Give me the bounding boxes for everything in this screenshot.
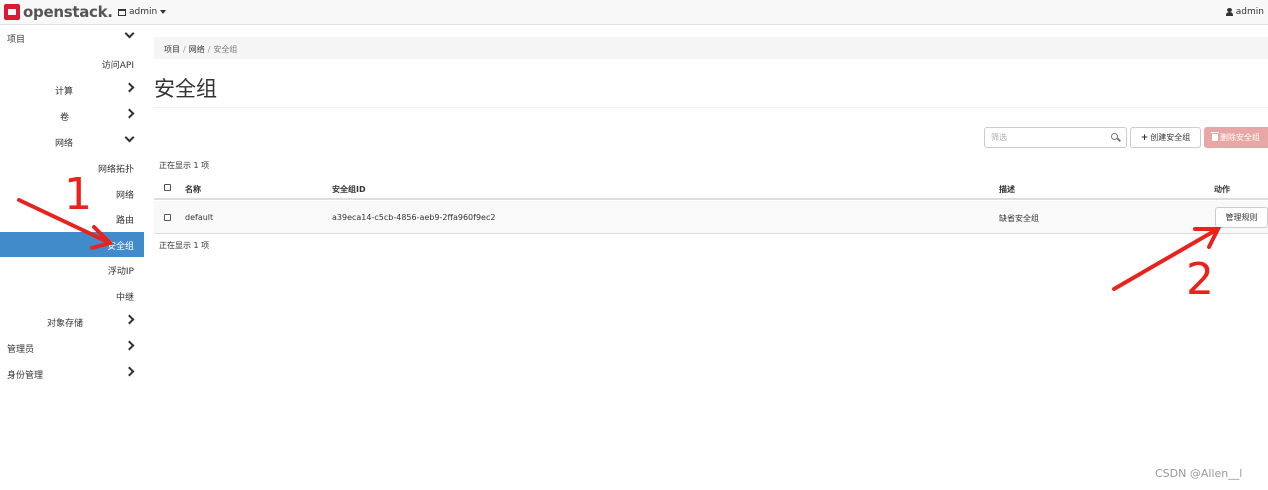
logo-text: openstack — [23, 3, 108, 21]
openstack-logo[interactable]: openstack. — [4, 3, 113, 21]
chevron-right-icon — [124, 340, 135, 351]
openstack-logo-icon — [4, 4, 20, 20]
row-description: 缺省安全组 — [999, 214, 1039, 223]
sidebar-item-identity[interactable]: 身份管理 — [0, 361, 144, 386]
sidebar-item-security-groups[interactable]: 安全组 — [0, 232, 144, 257]
chevron-right-icon — [124, 108, 135, 119]
chevron-down-icon — [124, 28, 135, 39]
chevron-right-icon — [124, 366, 135, 377]
breadcrumb-item-current: 安全组 — [213, 45, 238, 54]
caret-down-icon — [160, 10, 167, 14]
title-divider — [154, 107, 1268, 108]
sidebar-item-admin[interactable]: 管理员 — [0, 335, 144, 360]
sidebar-item-label: 路由 — [115, 216, 134, 226]
delete-button-label: 删除安全组 — [1220, 133, 1260, 142]
sidebar-item-trunks[interactable]: 中继 — [0, 283, 144, 308]
row-name: default — [185, 213, 214, 222]
watermark: CSDN @Allen__l — [1155, 467, 1243, 480]
page-title: 安全组 — [154, 77, 217, 101]
sidebar-item-object-store[interactable]: 对象存储 — [0, 309, 144, 334]
sidebar-item-label: 访问API — [101, 61, 134, 71]
sidebar-item-label: 计算 — [55, 87, 74, 97]
sidebar-item-label: 身份管理 — [7, 371, 44, 381]
top-navbar: openstack. admin admin — [0, 0, 1268, 25]
sidebar-item-label: 对象存储 — [47, 319, 84, 329]
logo-dot: . — [107, 3, 113, 21]
filter-box — [984, 127, 1127, 148]
trash-icon — [1211, 132, 1219, 141]
sidebar-item-compute[interactable]: 计算 — [0, 77, 144, 102]
sidebar-item-access-api[interactable]: 访问API — [0, 51, 144, 76]
annotation-label-2: 2 — [1186, 254, 1214, 305]
table-row: default a39eca14-c5cb-4856-aeb9-2ffa960f… — [154, 201, 1268, 234]
column-header-description[interactable]: 描述 — [999, 184, 1015, 195]
sidebar-item-floating-ips[interactable]: 浮动IP — [0, 257, 144, 282]
table-header: 名称 安全组ID 描述 动作 — [154, 178, 1268, 200]
breadcrumb-separator: / — [183, 45, 186, 54]
project-name: admin — [129, 7, 158, 17]
sidebar-item-label: 中继 — [115, 293, 134, 303]
sidebar-item-label: 项目 — [7, 35, 26, 45]
sidebar-item-label: 网络 — [55, 139, 74, 149]
item-count-top: 正在显示 1 项 — [159, 161, 210, 170]
filter-input[interactable] — [985, 128, 1100, 147]
chevron-right-icon — [124, 82, 135, 93]
user-name: admin — [1235, 7, 1264, 17]
sidebar: 项目 访问API 计算 卷 网络 网络拓扑 网络 路由 安全组 浮动IP 中继 … — [0, 25, 144, 490]
sidebar-item-label: 浮动IP — [107, 267, 134, 277]
column-header-name[interactable]: 名称 — [185, 184, 201, 195]
row-checkbox[interactable] — [164, 214, 171, 221]
chevron-down-icon — [124, 132, 135, 143]
create-security-group-button[interactable]: + 创建安全组 — [1130, 127, 1201, 148]
project-icon — [118, 8, 126, 16]
row-id[interactable]: a39eca14-c5cb-4856-aeb9-2ffa960f9ec2 — [332, 213, 495, 222]
breadcrumb: 项目 / 网络 / 安全组 — [154, 37, 1268, 59]
sidebar-item-label: 网络 — [115, 191, 134, 201]
delete-security-group-button[interactable]: 删除安全组 — [1204, 127, 1268, 148]
item-count-bottom: 正在显示 1 项 — [159, 241, 210, 250]
sidebar-item-label: 管理员 — [7, 345, 35, 355]
breadcrumb-item-project[interactable]: 项目 — [164, 45, 180, 54]
breadcrumb-item-network[interactable]: 网络 — [189, 45, 205, 54]
sidebar-item-label: 网络拓扑 — [97, 165, 134, 175]
user-icon — [1225, 8, 1233, 16]
project-switcher[interactable]: admin — [118, 7, 167, 17]
breadcrumb-separator: / — [207, 45, 211, 54]
create-button-label: 创建安全组 — [1150, 133, 1191, 142]
sidebar-item-volumes[interactable]: 卷 — [0, 103, 144, 128]
sidebar-item-label: 安全组 — [106, 242, 134, 252]
sidebar-item-network-group[interactable]: 网络 — [0, 129, 144, 154]
annotation-label-1: 1 — [64, 169, 92, 220]
search-icon[interactable] — [1111, 133, 1118, 140]
select-all-checkbox[interactable] — [164, 184, 171, 191]
sidebar-item-project[interactable]: 项目 — [0, 25, 144, 50]
user-menu[interactable]: admin — [1225, 7, 1264, 17]
manage-rules-button[interactable]: 管理规则 — [1215, 207, 1268, 228]
plus-icon: + — [1140, 132, 1149, 143]
column-header-actions: 动作 — [1214, 185, 1230, 194]
sidebar-item-label: 卷 — [60, 113, 70, 123]
chevron-right-icon — [124, 314, 135, 325]
column-header-id[interactable]: 安全组ID — [332, 184, 366, 195]
